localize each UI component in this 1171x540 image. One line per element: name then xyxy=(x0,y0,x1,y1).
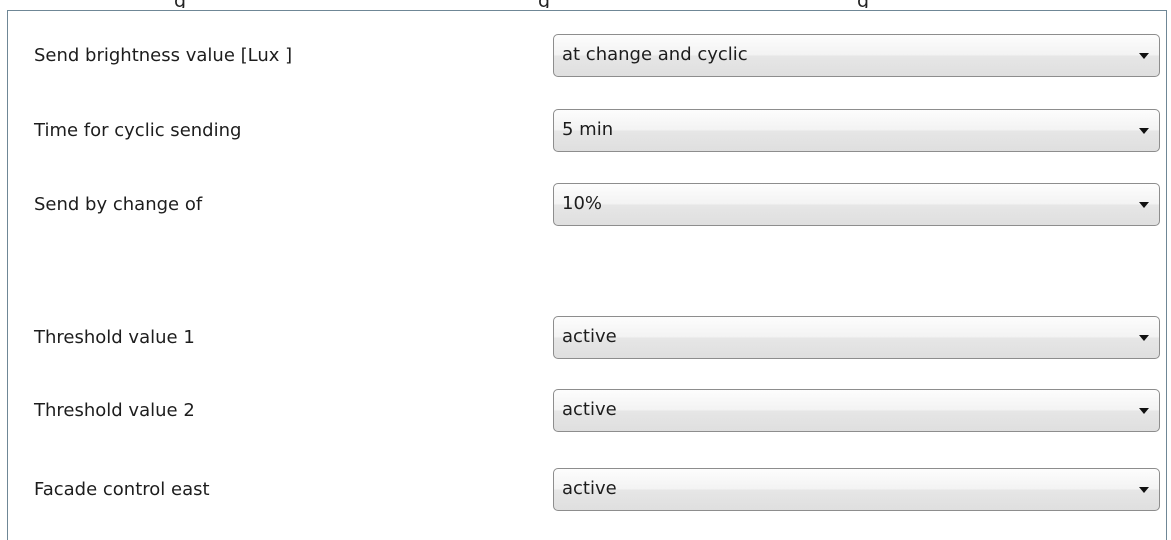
clipped-top-text: g g g xyxy=(0,0,1171,8)
parameter-row-threshold-value-1: Threshold value 1 active xyxy=(8,316,1166,360)
parameter-label: Send by change of xyxy=(34,194,203,215)
selected-value: active xyxy=(562,478,617,499)
parameter-label: Threshold value 2 xyxy=(34,400,195,421)
parameter-row-time-for-cyclic-sending: Time for cyclic sending 5 min xyxy=(8,109,1166,153)
selected-value: active xyxy=(562,326,617,347)
parameter-row-send-by-change-of: Send by change of 10% xyxy=(8,183,1166,227)
selected-value: active xyxy=(562,399,617,420)
selected-value: 10% xyxy=(562,193,603,214)
clipped-text-part: g xyxy=(174,0,186,8)
clipped-text-part: g xyxy=(538,0,550,8)
clipped-text-part: g xyxy=(857,0,869,8)
parameter-label: Threshold value 1 xyxy=(34,327,195,348)
chevron-down-icon xyxy=(1139,335,1149,341)
parameter-label: Time for cyclic sending xyxy=(34,120,242,141)
chevron-down-icon xyxy=(1139,487,1149,493)
chevron-down-icon xyxy=(1139,202,1149,208)
parameter-label: Send brightness value [Lux ] xyxy=(34,45,293,66)
selected-value: at change and cyclic xyxy=(562,44,748,65)
parameter-panel: Send brightness value [Lux ] at change a… xyxy=(7,10,1167,540)
time-for-cyclic-sending-dropdown[interactable]: 5 min xyxy=(553,109,1160,152)
parameter-label: Facade control east xyxy=(34,479,210,500)
send-brightness-value-dropdown[interactable]: at change and cyclic xyxy=(553,34,1160,77)
threshold-value-2-dropdown[interactable]: active xyxy=(553,389,1160,432)
parameter-row-send-brightness-value: Send brightness value [Lux ] at change a… xyxy=(8,34,1166,78)
chevron-down-icon xyxy=(1139,408,1149,414)
chevron-down-icon xyxy=(1139,128,1149,134)
selected-value: 5 min xyxy=(562,119,614,140)
facade-control-east-dropdown[interactable]: active xyxy=(553,468,1160,511)
chevron-down-icon xyxy=(1139,53,1149,59)
parameter-row-threshold-value-2: Threshold value 2 active xyxy=(8,389,1166,433)
threshold-value-1-dropdown[interactable]: active xyxy=(553,316,1160,359)
send-by-change-of-dropdown[interactable]: 10% xyxy=(553,183,1160,226)
parameter-row-facade-control-east: Facade control east active xyxy=(8,468,1166,512)
